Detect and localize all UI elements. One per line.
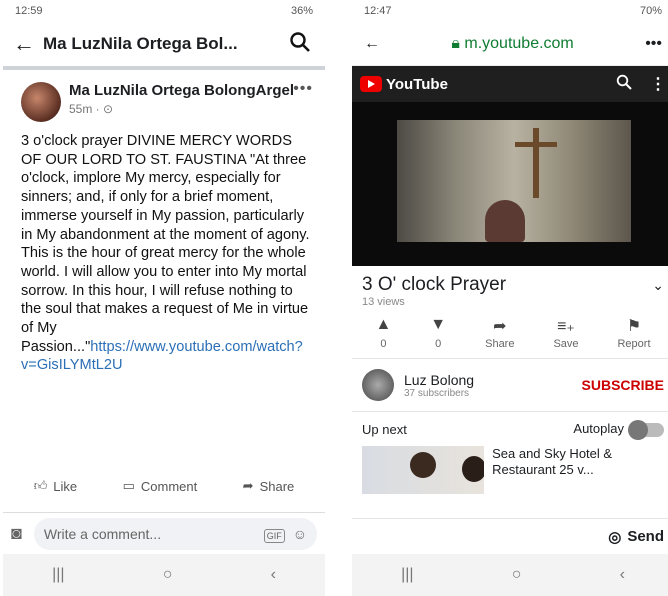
post-text: 3 o'clock prayer DIVINE MERCY WORDS OF O… [3,122,325,375]
back-arrow-icon[interactable]: ← [13,31,43,57]
page-title: Ma LuzNila Ortega Bol... [43,34,238,53]
status-time: 12:47 [364,5,392,17]
crucifix [533,128,539,198]
post-header: Ma LuzNila Ortega BolongArgel 55m · ⊙ ••… [3,70,325,122]
video-title-row[interactable]: 3 O' clock Prayer ⌄ [352,266,668,296]
like-button[interactable]: ▲ 0 [375,316,391,350]
post-actions: 👍︎ Like ▭ Comment ➦ Share [3,478,325,494]
subscribe-button[interactable]: SUBSCRIBE [582,377,664,393]
share-icon: ➦ [493,318,507,335]
post-time: 55m · ⊙ [69,102,114,116]
youtube-logo[interactable]: YouTube [360,76,616,93]
back-arrow-icon[interactable]: ← [364,35,380,53]
channel-name[interactable]: Luz Bolong [404,372,582,388]
up-next-row: Up next Autoplay [352,412,668,446]
flag-icon: ⚑ [626,318,642,335]
comment-button[interactable]: ▭ Comment [123,478,198,494]
share-button[interactable]: ➦ Share [243,478,295,494]
channel-row: Luz Bolong 37 subscribers SUBSCRIBE [352,358,668,412]
search-icon[interactable] [616,74,632,95]
status-time: 12:59 [15,5,43,17]
video-frame [397,120,631,242]
more-options-icon[interactable]: ••• [293,80,313,98]
recents-icon[interactable]: ||| [401,566,413,584]
browser-url-bar: ← 🔒︎ m.youtube.com ••• [352,22,668,66]
send-bar: ◎ Send [352,518,668,554]
comment-input[interactable]: Write a comment... GIF ☺ [33,517,317,550]
next-video-item[interactable]: Sea and Sky Hotel & Restaurant 25 v... [352,446,668,494]
android-nav-bar: ||| ○ ‹ [3,554,325,596]
video-title: 3 O' clock Prayer [362,274,507,295]
autoplay-toggle[interactable]: Autoplay [573,419,664,440]
profile-header: ← Ma LuzNila Ortega Bol... [3,22,325,70]
report-button[interactable]: ⚑ Report [617,316,650,350]
url-field[interactable]: 🔒︎ m.youtube.com [380,35,645,53]
browser-menu-icon[interactable]: ••• [645,35,662,53]
share-icon: ➦ [242,478,254,493]
post-message: 3 o'clock prayer DIVINE MERCY WORDS OF O… [21,133,310,355]
view-count: 13 views [362,296,405,308]
thumbs-up-icon: 👍︎ [33,478,48,493]
kebab-menu-icon[interactable]: ⋮ [650,74,666,94]
android-nav-bar: ||| ○ ‹ [352,554,668,596]
video-player[interactable] [352,102,668,266]
save-button[interactable]: ≡₊ Save [553,316,578,350]
like-button[interactable]: 👍︎ Like [34,478,77,494]
home-icon[interactable]: ○ [163,566,173,584]
status-battery: 36% [290,5,313,17]
toggle-switch[interactable] [628,419,664,440]
save-icon: ≡₊ [557,318,575,335]
comment-bar: ◙ Write a comment... GIF ☺ [3,512,325,554]
recents-icon[interactable]: ||| [52,566,64,584]
chevron-down-icon[interactable]: ⌄ [652,277,664,294]
avatar[interactable] [21,82,61,122]
gif-icon[interactable]: GIF [263,528,285,543]
subscriber-count: 37 subscribers [404,387,470,399]
person-figure [485,200,525,242]
video-actions: ▲ 0 ▼ 0 ➦ Share ≡₊ Save ⚑ Report [352,308,668,350]
nav-back-icon[interactable]: ‹ [271,566,276,584]
camera-icon[interactable]: ◙ [11,523,22,544]
home-icon[interactable]: ○ [512,566,522,584]
next-video-title: Sea and Sky Hotel & Restaurant 25 v... [492,446,613,477]
play-logo-icon [360,76,382,92]
thumbs-up-icon: ▲ [375,316,392,333]
emoji-icon[interactable]: ☺ [293,526,307,542]
nav-back-icon[interactable]: ‹ [620,566,625,584]
lock-icon: 🔒︎ [451,34,460,52]
send-button[interactable]: Send [627,528,664,545]
youtube-screen: 12:47 70% ← 🔒︎ m.youtube.com ••• YouTube… [352,0,668,596]
globe-icon: ⊙ [103,102,114,116]
facebook-screen: 12:59 36% ← Ma LuzNila Ortega Bol... Ma … [3,0,325,596]
video-thumbnail[interactable] [362,446,485,494]
post-author[interactable]: Ma LuzNila Ortega BolongArgel [69,82,294,100]
youtube-header: YouTube ⋮ [352,66,668,102]
status-bar: 12:47 70% [352,0,668,22]
thumbs-down-icon: ▼ [430,316,447,333]
status-battery: 70% [639,5,662,17]
up-next-label: Up next [362,421,407,437]
search-icon[interactable] [289,31,315,57]
dislike-button[interactable]: ▼ 0 [430,316,446,350]
channel-avatar[interactable] [362,369,394,401]
messenger-icon: ◎ [608,528,622,546]
share-button[interactable]: ➦ Share [485,316,514,350]
status-bar: 12:59 36% [3,0,325,22]
comment-icon: ▭ [122,478,135,493]
